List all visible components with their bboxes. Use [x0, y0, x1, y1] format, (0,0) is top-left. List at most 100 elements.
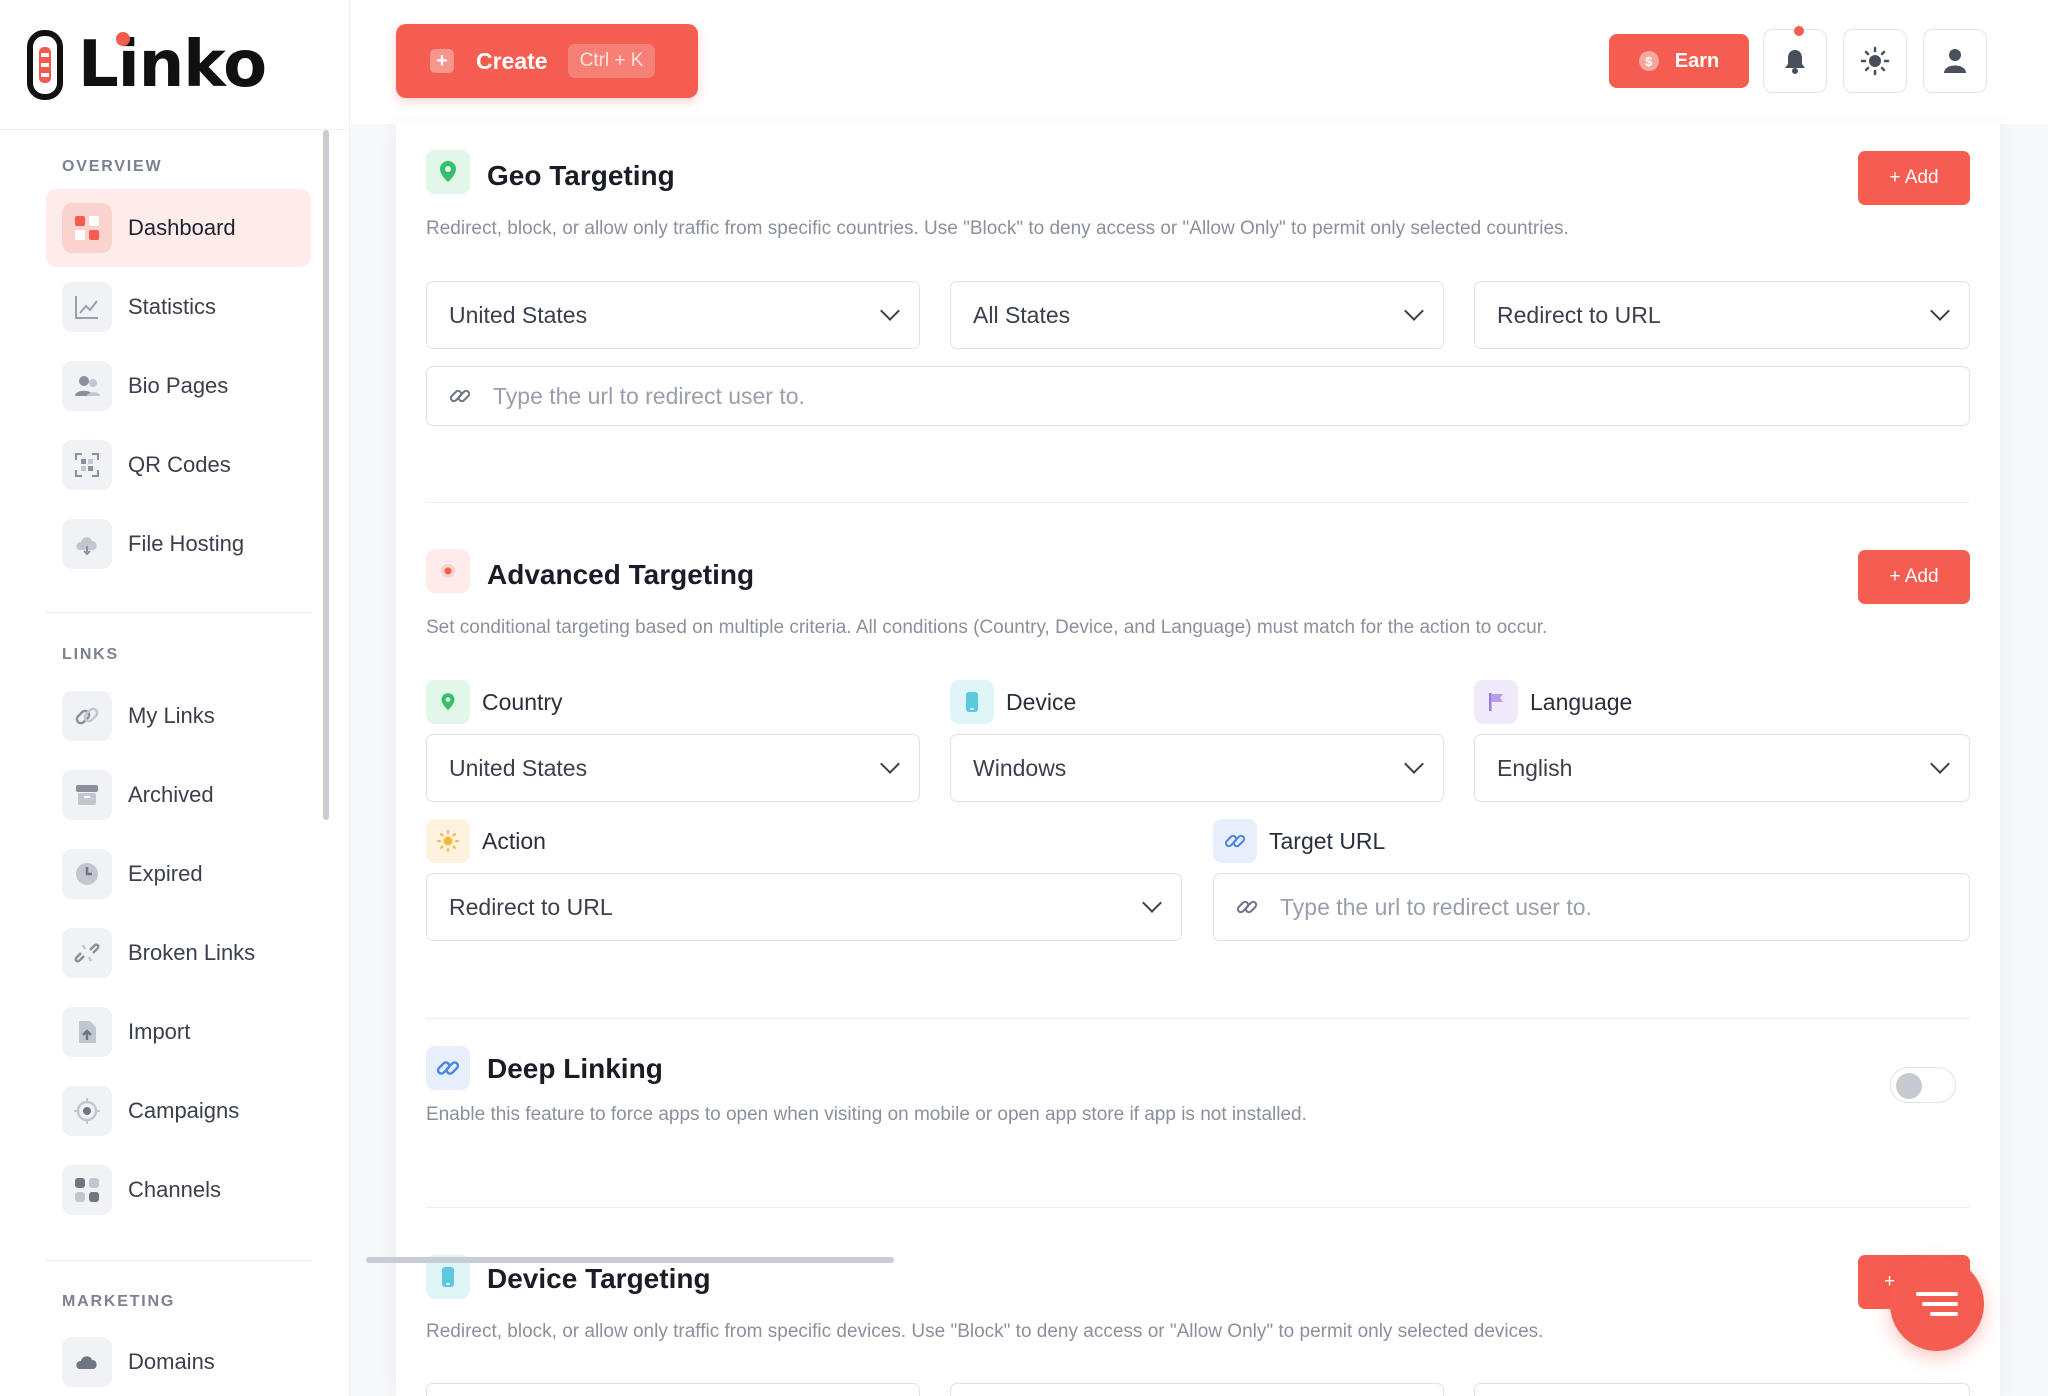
- sidebar-item-qr-codes[interactable]: QR Codes: [46, 426, 311, 504]
- sidebar-item-import[interactable]: Import: [46, 993, 311, 1071]
- deep-linking-toggle[interactable]: [1890, 1067, 1956, 1103]
- sun-icon: [426, 819, 470, 863]
- menu-icon: [1916, 1289, 1958, 1319]
- advanced-targeting-description: Set conditional targeting based on multi…: [426, 617, 1548, 638]
- theme-toggle-button[interactable]: [1843, 29, 1907, 93]
- map-pin-icon: [426, 150, 470, 194]
- sidebar-item-expired[interactable]: Expired: [46, 835, 311, 913]
- sidebar-item-label: Expired: [128, 861, 203, 886]
- sidebar-item-label: File Hosting: [128, 531, 245, 556]
- sidebar-item-label: Import: [128, 1019, 191, 1044]
- sidebar-item-file-hosting[interactable]: File Hosting: [46, 505, 311, 583]
- sidebar-item-domains[interactable]: Domains: [46, 1323, 311, 1396]
- sidebar-item-dashboard[interactable]: Dashboard: [46, 189, 311, 267]
- sidebar-item-campaigns[interactable]: Campaigns: [46, 1072, 311, 1150]
- sidebar-scrollbar[interactable]: [323, 130, 329, 820]
- sidebar-item-archived[interactable]: Archived: [46, 756, 311, 834]
- users-icon: [62, 361, 112, 411]
- qr-icon: [62, 440, 112, 490]
- sidebar-item-label: Bio Pages: [128, 373, 229, 398]
- sidebar-item-broken-links[interactable]: Broken Links: [46, 914, 311, 992]
- advanced-country-select[interactable]: United States: [426, 734, 920, 802]
- notifications-button[interactable]: [1763, 26, 1827, 93]
- geo-url-field[interactable]: [426, 366, 1970, 426]
- chevron-down-icon: [880, 754, 900, 774]
- sidebar-item-label: Statistics: [128, 294, 217, 319]
- map-pin-icon: [426, 680, 470, 724]
- section-label-links: LINKS: [62, 646, 119, 663]
- bell-icon: [1785, 50, 1805, 74]
- device-select-2[interactable]: [950, 1383, 1444, 1396]
- cloud-icon: [62, 519, 112, 569]
- section-label-marketing: MARKETING: [62, 1293, 176, 1310]
- action-label-text: Action: [482, 827, 546, 854]
- device-select-3[interactable]: [1474, 1383, 1970, 1396]
- sidebar: Linko OVERVIEW Dashboard Statistics Bio …: [0, 0, 350, 1396]
- deep-linking-title: Deep Linking: [487, 1053, 663, 1084]
- device-targeting-title: Device Targeting: [487, 1263, 711, 1294]
- device-targeting-description: Redirect, block, or allow only traffic f…: [426, 1321, 1544, 1342]
- chevron-down-icon: [1930, 754, 1950, 774]
- geo-state-select[interactable]: All States: [950, 281, 1444, 349]
- target-icon: [426, 549, 470, 593]
- advanced-device-select[interactable]: Windows: [950, 734, 1444, 802]
- advanced-add-button[interactable]: + Add: [1858, 550, 1970, 604]
- select-value: All States: [973, 301, 1071, 328]
- select-value: Windows: [973, 754, 1067, 781]
- section-label-overview: OVERVIEW: [62, 158, 163, 175]
- country-label-text: Country: [482, 688, 563, 715]
- geo-targeting-description: Redirect, block, or allow only traffic f…: [426, 218, 1569, 239]
- broken-link-icon: [62, 928, 112, 978]
- language-label-text: Language: [1530, 688, 1633, 715]
- flag-icon: [1474, 680, 1518, 724]
- advanced-targeting-title: Advanced Targeting: [487, 559, 755, 590]
- sidebar-item-label: My Links: [128, 703, 215, 728]
- earn-button[interactable]: $ Earn: [1609, 34, 1749, 88]
- link-icon: [1213, 819, 1257, 863]
- sidebar-item-my-links[interactable]: My Links: [46, 677, 311, 755]
- select-value: Redirect to URL: [449, 893, 613, 920]
- user-menu-button[interactable]: [1923, 29, 1987, 93]
- user-icon: [1944, 49, 1966, 73]
- select-value: United States: [449, 301, 588, 328]
- keyboard-shortcut: Ctrl + K: [567, 44, 656, 78]
- advanced-target-url-input[interactable]: [1280, 893, 1940, 921]
- sidebar-divider: [46, 1260, 311, 1261]
- target-url-label: Target URL: [1213, 819, 1385, 863]
- device-label-text: Device: [1006, 688, 1077, 715]
- phone-icon: [950, 680, 994, 724]
- geo-url-input[interactable]: [493, 382, 1861, 410]
- logo[interactable]: Linko: [0, 0, 349, 130]
- select-value: English: [1497, 754, 1573, 781]
- menu-fab-button[interactable]: [1890, 1257, 1984, 1351]
- import-icon: [62, 1007, 112, 1057]
- earn-label: Earn: [1674, 49, 1720, 72]
- geo-action-select[interactable]: Redirect to URL: [1474, 281, 1970, 349]
- link-icon: [449, 389, 471, 403]
- section-divider: [426, 1018, 1970, 1019]
- geo-add-button[interactable]: + Add: [1858, 151, 1970, 205]
- sidebar-item-channels[interactable]: Channels: [46, 1151, 311, 1229]
- advanced-target-url-field[interactable]: [1213, 873, 1970, 941]
- device-select-1[interactable]: [426, 1383, 920, 1396]
- coin-icon: $: [1638, 51, 1659, 71]
- geo-targeting-title: Geo Targeting: [487, 160, 675, 191]
- logo-icon: [24, 29, 68, 101]
- logo-dot: [116, 31, 130, 46]
- action-label: Action: [426, 819, 546, 863]
- chevron-down-icon: [1930, 301, 1950, 321]
- section-divider: [426, 502, 1970, 503]
- cloud-icon: [62, 1337, 112, 1387]
- sidebar-item-statistics[interactable]: Statistics: [46, 268, 311, 346]
- create-button[interactable]: + Create Ctrl + K: [396, 24, 698, 98]
- horizontal-scrollbar[interactable]: [366, 1257, 894, 1263]
- advanced-action-select[interactable]: Redirect to URL: [426, 873, 1182, 941]
- sidebar-item-label: QR Codes: [128, 452, 231, 477]
- geo-country-select[interactable]: United States: [426, 281, 920, 349]
- chart-icon: [62, 282, 112, 332]
- sidebar-item-bio-pages[interactable]: Bio Pages: [46, 347, 311, 425]
- chevron-down-icon: [1142, 893, 1162, 913]
- advanced-language-select[interactable]: English: [1474, 734, 1970, 802]
- chevron-down-icon: [880, 301, 900, 321]
- create-label: Create: [476, 47, 548, 74]
